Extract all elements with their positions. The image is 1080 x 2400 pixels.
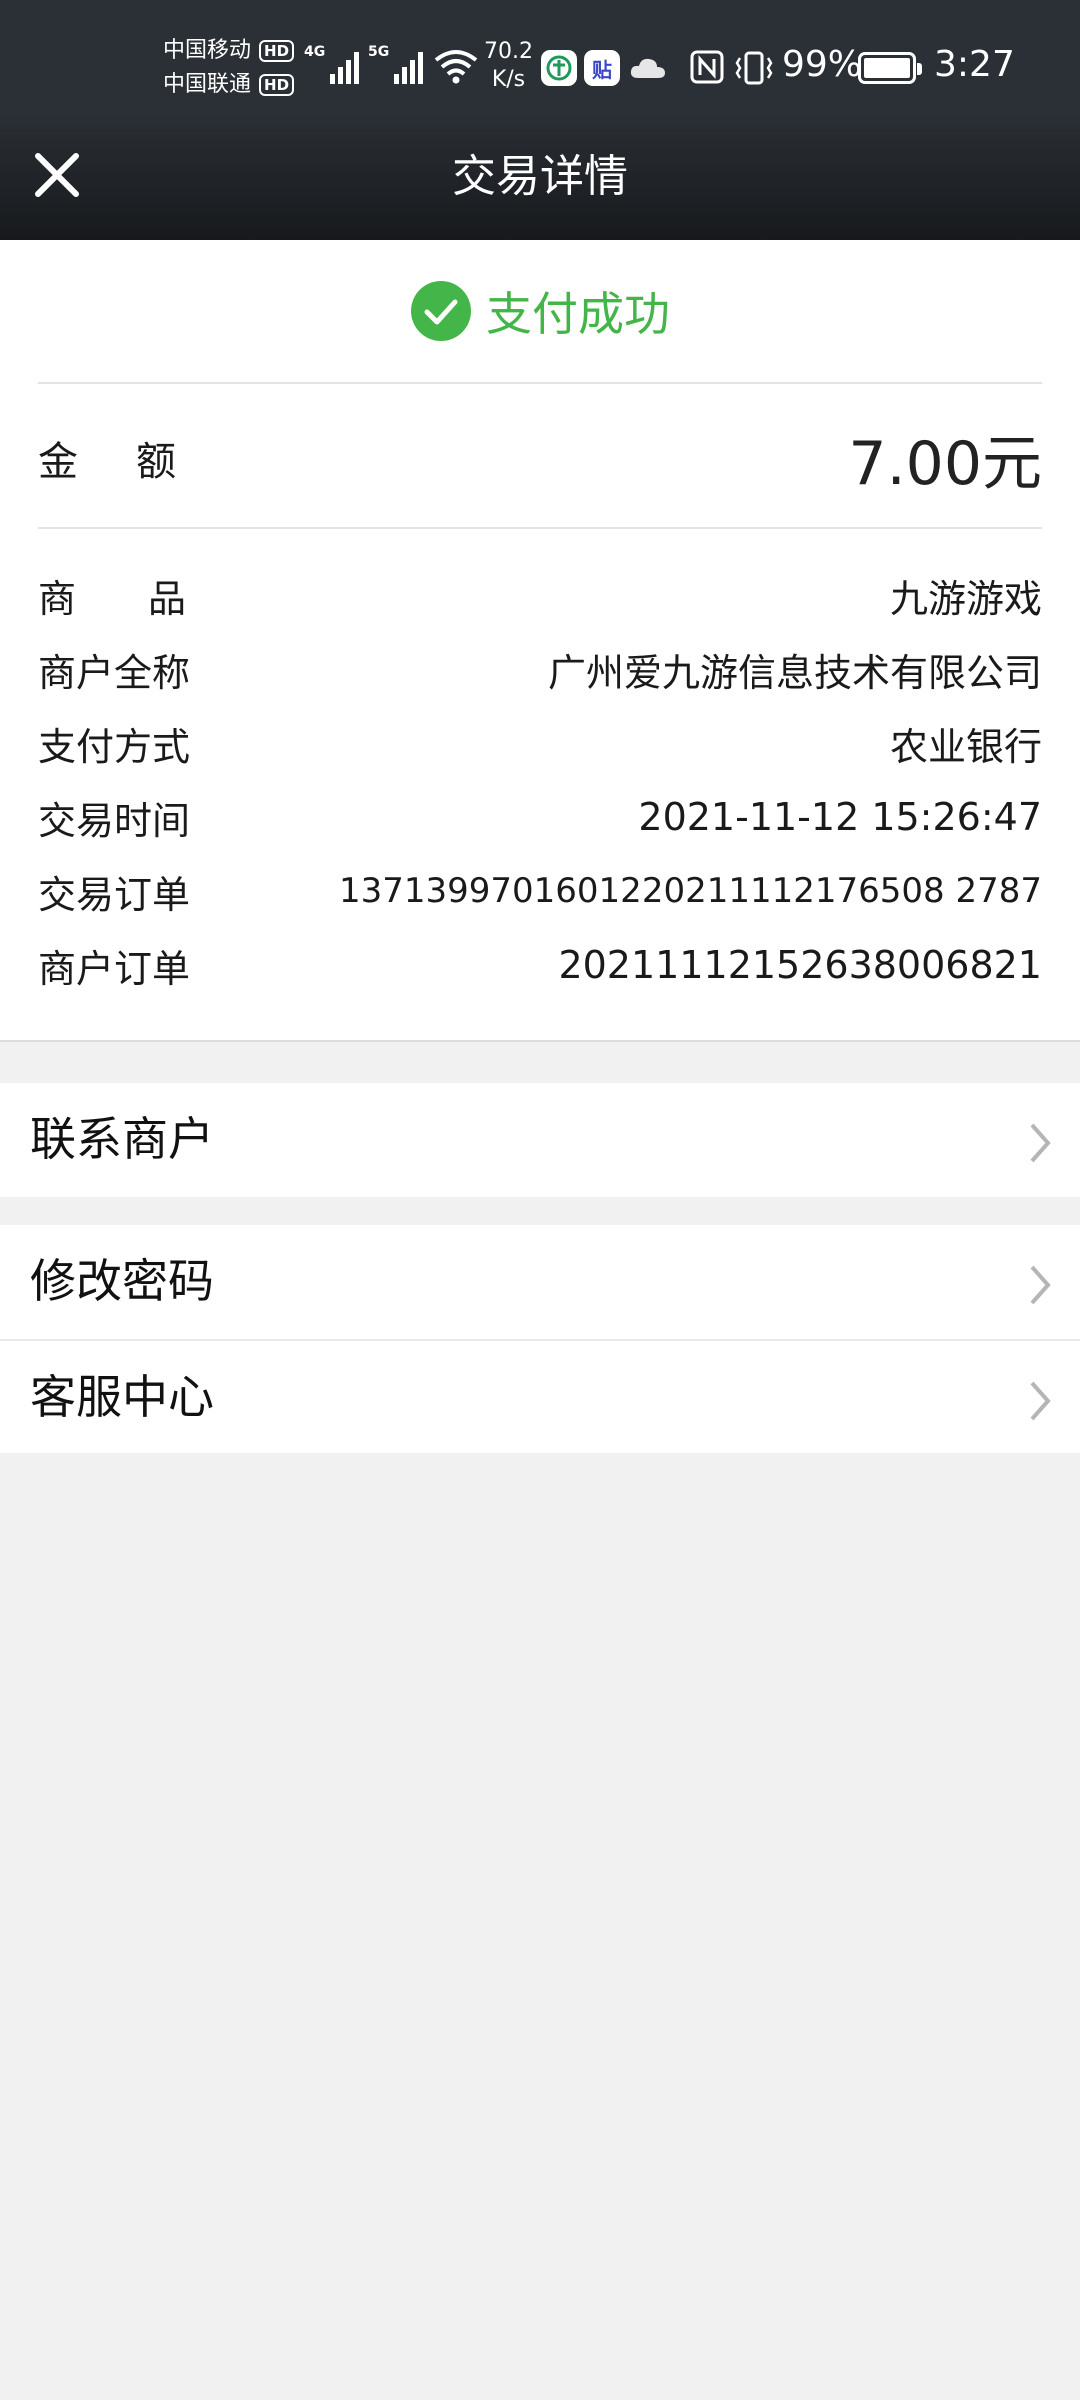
- detail-label: 交易订单: [38, 872, 191, 917]
- menu-item-label: 客服中心: [30, 1370, 214, 1424]
- amount-row: 金额 7.00元: [38, 418, 1042, 499]
- detail-label: 商品: [38, 576, 259, 621]
- carrier-2-name: 中国联通: [163, 72, 252, 97]
- battery-percent: 99%: [782, 44, 863, 85]
- transaction-detail-card: 支付成功 金额 7.00元 商品 九游游戏 商户全称 广州爱九游信息技术有限公司…: [0, 240, 1080, 1042]
- detail-row-transaction-time: 交易时间 2021-11-12 15:26:47: [38, 780, 1042, 854]
- wifi-icon: [434, 50, 478, 84]
- vibrate-icon: [735, 51, 773, 85]
- detail-row-payment-method: 支付方式 农业银行: [38, 706, 1042, 780]
- hd-badge: HD: [259, 74, 295, 96]
- payment-status-text: 支付成功: [486, 287, 670, 341]
- detail-label: 商户订单: [38, 946, 191, 991]
- status-bar: 中国移动 HD 中国联通 HD 4G 5G 70.2 K/s 贴 99% 3:2…: [0, 0, 1080, 110]
- detail-value: 广州爱九游信息技术有限公司: [547, 650, 1042, 695]
- detail-list: 商品 九游游戏 商户全称 广州爱九游信息技术有限公司 支付方式 农业银行 交易时…: [38, 558, 1042, 1002]
- network-speed-value: 70.2: [484, 39, 533, 64]
- menu-group-merchant: 联系商户: [0, 1083, 1080, 1197]
- payment-status: 支付成功: [0, 276, 1080, 346]
- check-circle-icon: [411, 281, 471, 341]
- detail-row-merchant-name: 商户全称 广州爱九游信息技术有限公司: [38, 632, 1042, 706]
- signal-4g-icon: 4G: [304, 44, 360, 84]
- tieba-app-icon: 贴: [584, 50, 620, 86]
- menu-group-account: 修改密码 客服中心: [0, 1225, 1080, 1453]
- carrier-info: 中国移动 HD 中国联通 HD: [163, 34, 295, 102]
- chevron-right-icon: [1030, 1381, 1051, 1421]
- nfc-icon: [690, 50, 724, 84]
- detail-value: 20211112152638006821: [558, 943, 1042, 987]
- detail-row-transaction-order: 交易订单 1371399701601220211112176508 2787: [38, 854, 1042, 928]
- detail-value: 1371399701601220211112176508 2787: [338, 871, 1042, 911]
- network-type-label: 5G: [368, 44, 390, 60]
- hd-badge: HD: [259, 40, 295, 62]
- battery-icon: [858, 52, 922, 84]
- network-speed-unit: K/s: [491, 67, 526, 92]
- chevron-right-icon: [1030, 1265, 1051, 1305]
- contact-merchant-item[interactable]: 联系商户: [0, 1083, 1080, 1197]
- cloud-icon: [630, 58, 665, 78]
- network-type-label: 4G: [304, 44, 326, 60]
- title-bar: 交易详情: [0, 110, 1080, 240]
- menu-item-label: 修改密码: [30, 1254, 214, 1308]
- detail-label: 交易时间: [38, 798, 191, 843]
- amount-value: 7.00元: [848, 428, 1042, 499]
- detail-label: 商户全称: [38, 650, 191, 695]
- change-password-item[interactable]: 修改密码: [0, 1225, 1080, 1339]
- detail-value: 2021-11-12 15:26:47: [638, 795, 1042, 839]
- amount-label: 金额: [38, 439, 234, 485]
- detail-row-merchant-order: 商户订单 20211112152638006821: [38, 928, 1042, 1002]
- divider: [38, 382, 1042, 384]
- clock: 3:27: [934, 44, 1015, 85]
- chevron-right-icon: [1030, 1123, 1051, 1163]
- page-title: 交易详情: [452, 151, 628, 202]
- network-speed: 70.2 K/s: [484, 38, 533, 94]
- detail-row-product: 商品 九游游戏: [38, 558, 1042, 632]
- carrier-1-name: 中国移动: [163, 38, 252, 63]
- detail-label: 支付方式: [38, 724, 191, 769]
- divider: [38, 527, 1042, 529]
- detail-value: 九游游戏: [889, 576, 1042, 621]
- abc-bank-app-icon: [541, 50, 577, 86]
- menu-item-label: 联系商户: [30, 1112, 214, 1166]
- detail-value: 农业银行: [889, 724, 1042, 769]
- signal-5g-icon: 5G: [368, 44, 424, 84]
- customer-service-item[interactable]: 客服中心: [0, 1339, 1080, 1453]
